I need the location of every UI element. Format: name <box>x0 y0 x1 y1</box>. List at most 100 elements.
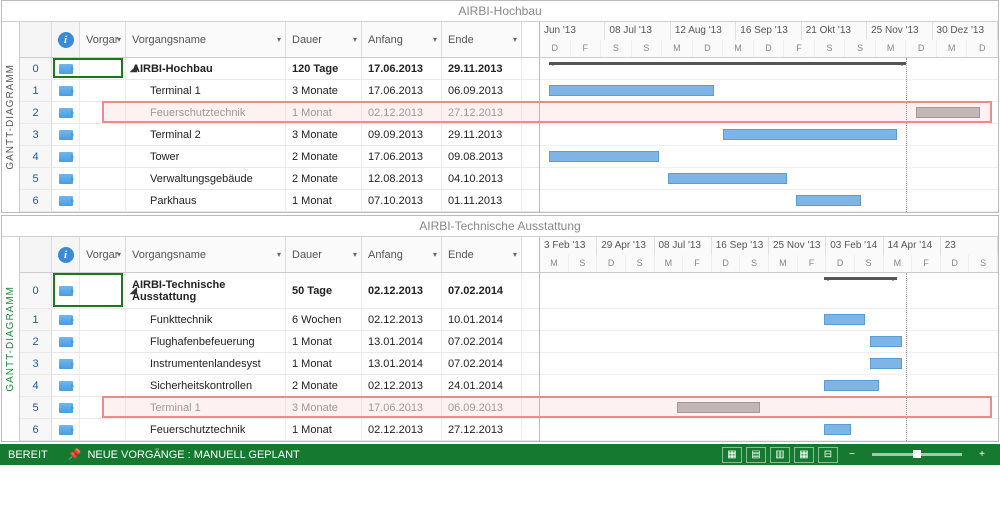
gantt-bar[interactable] <box>723 129 897 140</box>
view-btn-3[interactable]: ▥ <box>770 447 790 463</box>
col-ende[interactable]: Ende▾ <box>442 22 522 57</box>
gantt-row[interactable] <box>540 397 998 419</box>
col-anfang[interactable]: Anfang▾ <box>362 22 442 57</box>
row-anfang[interactable]: 02.12.2013 <box>362 419 442 440</box>
gantt-bar[interactable] <box>677 402 759 413</box>
row-name[interactable]: ◢AIRBI-Technische Ausstattung <box>126 273 286 308</box>
table-row[interactable]: 4 Tower 2 Monate 17.06.2013 09.08.2013 <box>20 146 539 168</box>
row-dauer[interactable]: 120 Tage <box>286 58 362 79</box>
gantt-bar[interactable] <box>870 358 902 369</box>
col-anfang[interactable]: Anfang▾ <box>362 237 442 272</box>
summary-bar[interactable] <box>549 62 906 65</box>
gantt-row[interactable] <box>540 309 998 331</box>
table-row[interactable]: 6 Parkhaus 1 Monat 07.10.2013 01.11.2013 <box>20 190 539 212</box>
row-anfang[interactable]: 12.08.2013 <box>362 168 442 189</box>
table-row[interactable]: 6 Feuerschutztechnik 1 Monat 02.12.2013 … <box>20 419 539 441</box>
row-anfang[interactable]: 17.06.2013 <box>362 58 442 79</box>
col-dauer[interactable]: Dauer▾ <box>286 22 362 57</box>
gantt-row[interactable] <box>540 168 998 190</box>
row-dauer[interactable]: 3 Monate <box>286 124 362 145</box>
gantt-row[interactable] <box>540 80 998 102</box>
row-ende[interactable]: 10.01.2014 <box>442 309 522 330</box>
table-row[interactable]: 1 Funkttechnik 6 Wochen 02.12.2013 10.01… <box>20 309 539 331</box>
table-row[interactable]: 1 Terminal 1 3 Monate 17.06.2013 06.09.2… <box>20 80 539 102</box>
col-name[interactable]: Vorgangsname▾ <box>126 22 286 57</box>
row-dauer[interactable]: 3 Monate <box>286 80 362 101</box>
row-dauer[interactable]: 1 Monat <box>286 353 362 374</box>
col-vorgang[interactable]: Vorgar▾ <box>80 237 126 272</box>
table-row[interactable]: 2 Feuerschutztechnik 1 Monat 02.12.2013 … <box>20 102 539 124</box>
row-ende[interactable]: 07.02.2014 <box>442 273 522 308</box>
col-dauer[interactable]: Dauer▾ <box>286 237 362 272</box>
gantt-row[interactable] <box>540 102 998 124</box>
row-anfang[interactable]: 17.06.2013 <box>362 80 442 101</box>
row-dauer[interactable]: 2 Monate <box>286 146 362 167</box>
row-anfang[interactable]: 02.12.2013 <box>362 273 442 308</box>
zoom-slider[interactable] <box>872 453 962 456</box>
row-name[interactable]: Terminal 2 <box>126 124 286 145</box>
row-dauer[interactable]: 2 Monate <box>286 375 362 396</box>
row-name[interactable]: Terminal 1 <box>126 397 286 418</box>
gantt-bar[interactable] <box>796 195 860 206</box>
row-ende[interactable]: 29.11.2013 <box>442 58 522 79</box>
zoom-out[interactable]: − <box>842 447 862 463</box>
row-name[interactable]: Feuerschutztechnik <box>126 102 286 123</box>
row-name[interactable]: Parkhaus <box>126 190 286 211</box>
row-name[interactable]: Tower <box>126 146 286 167</box>
row-name[interactable]: Feuerschutztechnik <box>126 419 286 440</box>
view-btn-1[interactable]: ▦ <box>722 447 742 463</box>
table-row[interactable]: 3 Terminal 2 3 Monate 09.09.2013 29.11.2… <box>20 124 539 146</box>
view-btn-5[interactable]: ⊟ <box>818 447 838 463</box>
gantt-row[interactable] <box>540 124 998 146</box>
row-name[interactable]: Instrumentenlandesyst <box>126 353 286 374</box>
gantt-row[interactable] <box>540 331 998 353</box>
row-ende[interactable]: 09.08.2013 <box>442 146 522 167</box>
col-name[interactable]: Vorgangsname▾ <box>126 237 286 272</box>
row-ende[interactable]: 24.01.2014 <box>442 375 522 396</box>
row-anfang[interactable]: 02.12.2013 <box>362 375 442 396</box>
gantt-bar[interactable] <box>824 380 879 391</box>
row-ende[interactable]: 04.10.2013 <box>442 168 522 189</box>
row-ende[interactable]: 06.09.2013 <box>442 80 522 101</box>
table-row[interactable]: 0 ◢AIRBI-Hochbau 120 Tage 17.06.2013 29.… <box>20 58 539 80</box>
gantt-bar[interactable] <box>549 85 714 96</box>
table-row[interactable]: 3 Instrumentenlandesyst 1 Monat 13.01.20… <box>20 353 539 375</box>
row-anfang[interactable]: 13.01.2014 <box>362 353 442 374</box>
row-dauer[interactable]: 3 Monate <box>286 397 362 418</box>
table-row[interactable]: 4 Sicherheitskontrollen 2 Monate 02.12.2… <box>20 375 539 397</box>
row-dauer[interactable]: 50 Tage <box>286 273 362 308</box>
row-name[interactable]: ◢AIRBI-Hochbau <box>126 58 286 79</box>
row-ende[interactable]: 27.12.2013 <box>442 102 522 123</box>
table-row[interactable]: 0 ◢AIRBI-Technische Ausstattung 50 Tage … <box>20 273 539 309</box>
row-anfang[interactable]: 02.12.2013 <box>362 309 442 330</box>
gantt-row[interactable] <box>540 190 998 212</box>
col-ende[interactable]: Ende▾ <box>442 237 522 272</box>
row-anfang[interactable]: 17.06.2013 <box>362 397 442 418</box>
gantt-row[interactable] <box>540 419 998 441</box>
row-name[interactable]: Funkttechnik <box>126 309 286 330</box>
row-dauer[interactable]: 1 Monat <box>286 102 362 123</box>
gantt-row[interactable] <box>540 146 998 168</box>
gantt-bar[interactable] <box>668 173 787 184</box>
gantt-row[interactable] <box>540 375 998 397</box>
row-name[interactable]: Sicherheitskontrollen <box>126 375 286 396</box>
table-row[interactable]: 5 Terminal 1 3 Monate 17.06.2013 06.09.2… <box>20 397 539 419</box>
row-ende[interactable]: 27.12.2013 <box>442 419 522 440</box>
row-anfang[interactable]: 17.06.2013 <box>362 146 442 167</box>
zoom-in[interactable]: + <box>972 447 992 463</box>
row-name[interactable]: Verwaltungsgebäude <box>126 168 286 189</box>
table-row[interactable]: 2 Flughafenbefeuerung 1 Monat 13.01.2014… <box>20 331 539 353</box>
gantt-bar[interactable] <box>916 107 980 118</box>
row-anfang[interactable]: 07.10.2013 <box>362 190 442 211</box>
gantt-bar[interactable] <box>824 424 851 435</box>
row-ende[interactable]: 29.11.2013 <box>442 124 522 145</box>
row-ende[interactable]: 06.09.2013 <box>442 397 522 418</box>
table-row[interactable]: 5 Verwaltungsgebäude 2 Monate 12.08.2013… <box>20 168 539 190</box>
gantt-row[interactable] <box>540 58 998 80</box>
row-anfang[interactable]: 09.09.2013 <box>362 124 442 145</box>
row-name[interactable]: Flughafenbefeuerung <box>126 331 286 352</box>
gantt-bar[interactable] <box>549 151 659 162</box>
row-ende[interactable]: 07.02.2014 <box>442 331 522 352</box>
row-anfang[interactable]: 13.01.2014 <box>362 331 442 352</box>
gantt-row[interactable] <box>540 273 998 309</box>
